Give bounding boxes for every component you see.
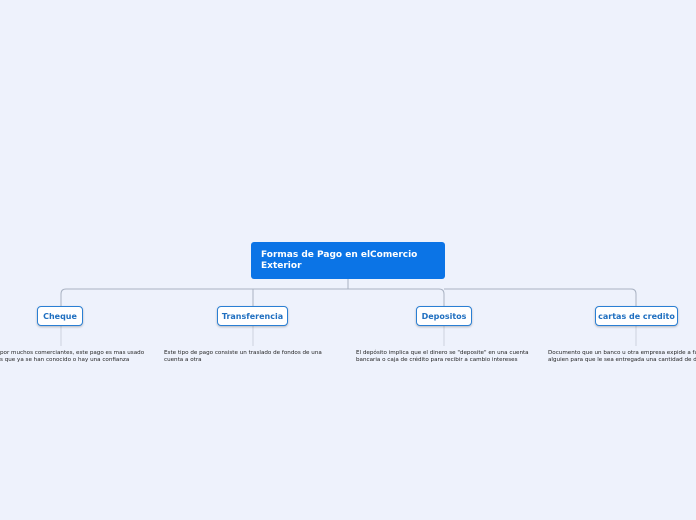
topic-cheque[interactable]: Cheque: [37, 306, 83, 326]
description-cartas-de-credito: Documento que un banco u otra empresa ex…: [548, 350, 696, 364]
description-line: s que ya se han conocido o hay una confi…: [0, 357, 130, 363]
description-line: cuenta a otra: [164, 357, 202, 363]
topic-depositos[interactable]: Depositos: [416, 306, 472, 326]
connector-cheque: [60, 288, 348, 306]
root-topic[interactable]: Formas de Pago en elComercio Exterior: [251, 242, 445, 279]
description-line: Este tipo de pago consiste un traslado d…: [164, 350, 322, 356]
description-line: Documento que un banco u otra empresa ex…: [548, 350, 696, 356]
description-depositos: El depósito implica que el dinero se "de…: [356, 350, 529, 364]
description-transferencia: Este tipo de pago consiste un traslado d…: [164, 350, 322, 364]
root-title: Formas de Pago en elComercio Exterior: [261, 250, 418, 271]
topic-label: Transferencia: [221, 311, 284, 321]
description-line: alguien para que le sea entregada una ca…: [548, 357, 696, 363]
description-line: bancaria o caja de crédito para recibir …: [356, 357, 518, 363]
topic-label: Depositos: [421, 311, 467, 321]
description-line: por muchos comerciantes, este pago es ma…: [0, 350, 145, 356]
connector-depositos: [348, 288, 445, 306]
description-line: El depósito implica que el dinero se "de…: [356, 350, 529, 356]
connector-cartas: [444, 288, 637, 306]
topic-transferencia[interactable]: Transferencia: [217, 306, 288, 326]
description-cheque: por muchos comerciantes, este pago es ma…: [0, 350, 144, 364]
topic-cartas-de-credito[interactable]: cartas de credito: [595, 306, 678, 326]
topic-label: cartas de credito: [598, 311, 675, 321]
topic-label: Cheque: [43, 311, 77, 321]
